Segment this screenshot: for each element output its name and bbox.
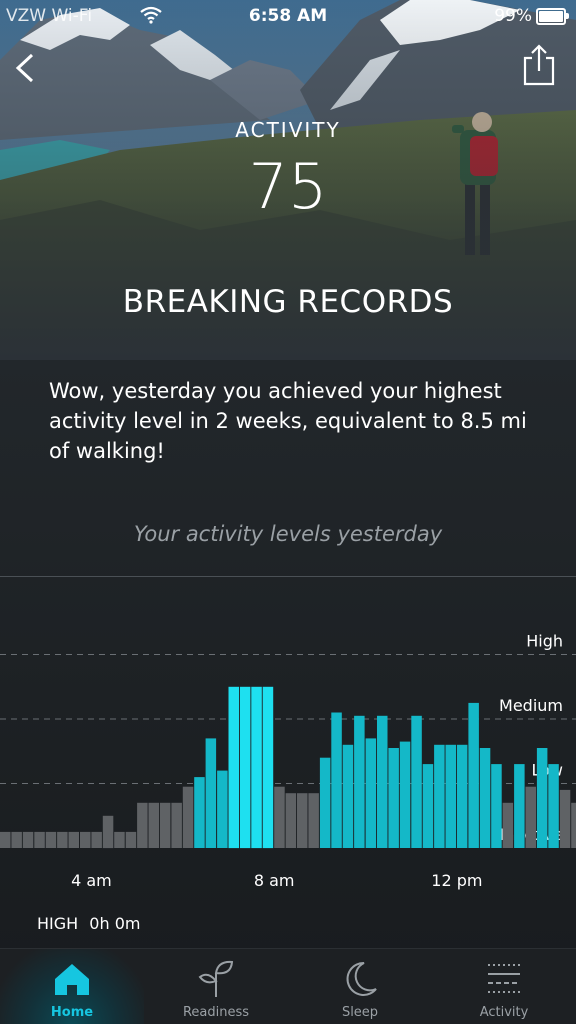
chart-bar [502,802,514,848]
chart-bar [377,715,388,848]
chart-bar [342,744,354,848]
chart-bar [399,741,411,848]
chart-bar [205,738,217,848]
home-icon [55,964,89,995]
chart-bar [514,764,525,848]
tab-readiness-label: Readiness [182,1005,250,1020]
back-button[interactable] [12,52,40,84]
activity-chart: InactiveLowMediumHigh4 am8 am12 pm4 pm8 … [0,632,576,890]
chart-bar [57,831,68,848]
chart-bar [365,738,377,848]
chart-bar [159,802,171,848]
battery-percent: 99% [494,6,532,26]
insight-body: Wow, yesterday you achieved your highest… [49,379,527,463]
divider [0,576,576,577]
chart-bar [354,715,365,848]
chart-bar [194,777,205,848]
share-button[interactable] [522,44,556,86]
clock: 6:58 AM [248,6,328,26]
chart-bar [262,686,274,849]
chart-bar [548,764,559,848]
chart-bar [125,831,137,848]
chart-bar [228,686,239,849]
chart-bar [182,786,194,848]
chart-bar [114,831,125,848]
chart-bar [319,757,331,848]
sprout-icon [198,960,234,997]
chart-bar [285,793,297,848]
tab-activity[interactable]: Activity [432,949,576,1024]
tab-home[interactable]: Home [0,949,144,1024]
chart-bar [274,786,285,848]
activity-list-icon [488,964,520,993]
chart-bar [388,748,399,848]
chart-bar [445,744,456,848]
share-icon [523,44,555,86]
chart-bar [468,702,479,848]
chart-caption: Your activity levels yesterday [133,522,443,546]
chart-bar [239,686,251,849]
x-tick-label: 12 pm [431,871,482,890]
chart-bar [536,748,548,848]
chart-bar [91,831,102,848]
moon-icon [346,961,377,996]
tab-sleep-label: Sleep [341,1005,379,1020]
chart-bar [171,802,182,848]
chart-bar [0,831,11,848]
chart-bar [297,793,308,848]
chart-bar [456,744,468,848]
insight-headline: BREAKING RECORDS [122,284,454,320]
score-label: ACTIVITY [235,118,341,142]
chart-bar [571,802,576,848]
status-bar: VZW Wi-Fi 6:58 AM 99% [0,0,576,34]
score-value: 75 [248,150,328,223]
chart-bar [22,831,34,848]
battery-icon [536,8,569,25]
chart-bar [34,831,45,848]
chart-bar [525,786,536,848]
chart-bar [411,715,422,848]
level-label-high: High [526,632,563,651]
chart-bar [434,744,445,848]
x-tick-label: 8 am [254,871,295,890]
chart-bar [11,831,22,848]
chart-bar [251,686,262,849]
chart-bar [331,712,342,848]
summary-label: HIGH [37,914,79,933]
x-tick-label: 4 am [71,871,112,890]
tab-bar: Home Readiness Sleep Activity [0,948,576,1024]
tab-readiness[interactable]: Readiness [144,949,288,1024]
chart-bar [422,764,434,848]
chart-bar [68,831,79,848]
chart-bar [479,748,491,848]
chart-bar [559,789,571,848]
chart-bar [491,764,502,848]
screen: VZW Wi-Fi 6:58 AM 99% ACTIVITY 75 BREAKI… [0,0,576,1024]
tab-activity-label: Activity [479,1005,529,1020]
chart-bar [308,793,319,848]
tab-home-label: Home [50,1005,94,1020]
chevron-left-icon [15,53,34,83]
level-label-medium: Medium [499,696,563,715]
chart-bar [45,831,57,848]
chart-bar [80,831,91,848]
chart-bar [137,802,148,848]
chart-bar [148,802,159,848]
chart-bar [217,770,228,848]
summary-row: HIGH 0h 0m [37,914,146,933]
tab-sleep[interactable]: Sleep [288,949,432,1024]
summary-value: 0h 0m [89,914,141,933]
chart-bar [102,815,114,849]
